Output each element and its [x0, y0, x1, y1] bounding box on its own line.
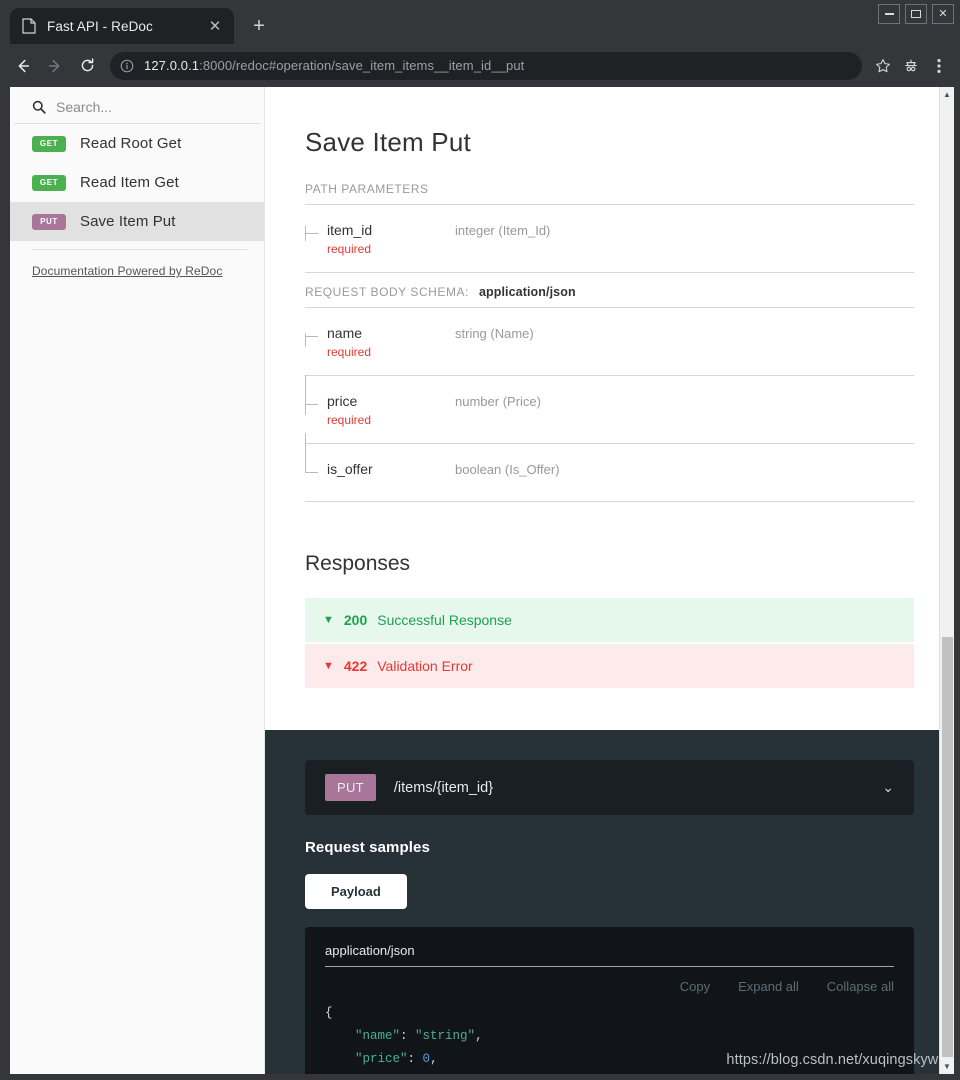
response-code: 422 — [344, 658, 367, 674]
sidebar: GET Read Root Get GET Read Item Get PUT … — [10, 87, 265, 1074]
path-parameters-label-text: PATH PARAMETERS — [305, 182, 429, 196]
payload-tab[interactable]: Payload — [305, 874, 407, 909]
url-host: 127.0.0.1 — [144, 58, 199, 73]
url-path: :8000/redoc#operation/save_item_items__i… — [199, 58, 524, 73]
param-type: boolean (Is_Offer) — [455, 462, 560, 477]
tree-branch-icon — [305, 463, 319, 483]
code-sample-box: application/json Copy Expand all Collaps… — [305, 927, 914, 1074]
responses-title: Responses — [305, 552, 914, 576]
param-type: number (Price) — [455, 394, 541, 409]
kebab-menu-icon[interactable] — [926, 53, 952, 79]
search-row[interactable] — [14, 93, 261, 124]
address-bar[interactable]: 127.0.0.1:8000/redoc#operation/save_item… — [110, 52, 862, 80]
response-code: 200 — [344, 612, 367, 628]
scroll-up-arrow-icon[interactable]: ▲ — [940, 87, 954, 102]
endpoint-path: /items/{item_id} — [394, 780, 864, 796]
page-title: Save Item Put — [305, 127, 914, 158]
doc-white-section: Save Item Put PATH PARAMETERS — [265, 87, 954, 730]
scroll-down-arrow-icon[interactable]: ▼ — [940, 1059, 954, 1074]
page-icon — [22, 18, 38, 34]
param-name: name — [327, 325, 362, 341]
star-icon[interactable] — [870, 53, 896, 79]
request-body-mime: application/json — [479, 285, 576, 299]
address-bar-url: 127.0.0.1:8000/redoc#operation/save_item… — [144, 58, 524, 73]
request-body-table: name required string (Name) — [305, 308, 914, 502]
response-description: Successful Response — [377, 612, 512, 628]
code-brace-open: { — [325, 1006, 333, 1020]
code-key-name: "name" — [355, 1029, 400, 1043]
search-icon — [32, 100, 46, 114]
request-samples-title: Request samples — [305, 839, 914, 856]
path-parameters-table: item_id required integer (Item_Id) — [305, 205, 914, 273]
code-value-name: "string" — [415, 1029, 475, 1043]
scrollbar-thumb[interactable] — [942, 637, 953, 1057]
code-key-price: "price" — [355, 1052, 408, 1066]
maximize-icon[interactable] — [905, 4, 927, 24]
extensions-icon[interactable] — [898, 53, 924, 79]
close-icon[interactable]: ✕ — [204, 15, 226, 37]
sidebar-item-read-root-get[interactable]: GET Read Root Get — [10, 124, 265, 163]
path-parameters-label: PATH PARAMETERS — [305, 182, 914, 205]
table-row: name required string (Name) — [305, 308, 914, 376]
sidebar-item-label: Read Root Get — [80, 135, 181, 152]
close-icon[interactable]: ✕ — [932, 4, 954, 24]
tree-branch-icon — [305, 224, 319, 244]
endpoint-bar[interactable]: PUT /items/{item_id} ⌄ — [305, 760, 914, 815]
method-badge: GET — [32, 175, 66, 191]
chevron-down-icon[interactable]: ⌄ — [882, 779, 894, 796]
dark-sample-panel: PUT /items/{item_id} ⌄ Request samples P… — [265, 730, 954, 1074]
request-body-label: REQUEST BODY SCHEMA: application/json — [305, 285, 914, 308]
request-body-label-text: REQUEST BODY SCHEMA: — [305, 285, 469, 299]
tree-branch-icon — [305, 395, 319, 415]
param-required: required — [327, 345, 371, 359]
response-description: Validation Error — [377, 658, 472, 674]
endpoint-method-badge: PUT — [325, 774, 376, 801]
tab-title: Fast API - ReDoc — [47, 19, 195, 34]
chevron-down-icon: ▼ — [323, 661, 334, 672]
main-content: Save Item Put PATH PARAMETERS — [265, 87, 954, 1074]
omnibox-row: 127.0.0.1:8000/redoc#operation/save_item… — [0, 44, 960, 87]
param-required: required — [327, 242, 371, 256]
minimize-icon[interactable] — [878, 4, 900, 24]
param-name: is_offer — [327, 461, 373, 477]
sidebar-item-label: Read Item Get — [80, 174, 179, 191]
method-badge: PUT — [32, 214, 66, 230]
code-sample-body: { "name": "string", "price": 0, "is_offe… — [325, 1002, 894, 1074]
table-row: item_id required integer (Item_Id) — [305, 205, 914, 273]
table-row: price required number (Price) — [305, 376, 914, 444]
code-mime-label: application/json — [325, 943, 894, 967]
arrow-right-icon[interactable] — [40, 51, 70, 81]
plus-icon[interactable]: + — [244, 11, 274, 41]
param-required: required — [327, 413, 371, 427]
browser-window: Fast API - ReDoc ✕ + ✕ 127.0.0.1:8000/re… — [0, 0, 960, 1080]
reload-icon[interactable] — [72, 51, 102, 81]
window-controls: ✕ — [878, 4, 954, 24]
param-name: price — [327, 393, 357, 409]
response-row-200[interactable]: ▼ 200 Successful Response — [305, 598, 914, 642]
search-input[interactable] — [56, 99, 243, 115]
powered-by-redoc-link[interactable]: Documentation Powered by ReDoc — [10, 250, 265, 278]
response-row-422[interactable]: ▼ 422 Validation Error — [305, 644, 914, 688]
info-circle-icon[interactable] — [120, 59, 136, 73]
method-badge: GET — [32, 136, 66, 152]
copy-button[interactable]: Copy — [680, 979, 710, 994]
sidebar-item-label: Save Item Put — [80, 213, 176, 230]
table-row: is_offer boolean (Is_Offer) — [305, 444, 914, 502]
param-type: integer (Item_Id) — [455, 223, 550, 238]
tree-branch-icon — [305, 327, 319, 347]
page-viewport: GET Read Root Get GET Read Item Get PUT … — [10, 87, 954, 1074]
tab-strip: Fast API - ReDoc ✕ + ✕ — [0, 0, 960, 44]
sidebar-item-read-item-get[interactable]: GET Read Item Get — [10, 163, 265, 202]
sidebar-item-save-item-put[interactable]: PUT Save Item Put — [10, 202, 265, 241]
code-value-price: 0 — [423, 1052, 431, 1066]
code-actions: Copy Expand all Collapse all — [325, 979, 894, 994]
browser-tab[interactable]: Fast API - ReDoc ✕ — [10, 8, 234, 44]
param-type: string (Name) — [455, 326, 534, 341]
param-name: item_id — [327, 222, 372, 238]
chevron-down-icon: ▼ — [323, 615, 334, 626]
page-scrollbar[interactable]: ▲ ▼ — [939, 87, 954, 1074]
arrow-left-icon[interactable] — [8, 51, 38, 81]
collapse-all-button[interactable]: Collapse all — [827, 979, 894, 994]
expand-all-button[interactable]: Expand all — [738, 979, 799, 994]
